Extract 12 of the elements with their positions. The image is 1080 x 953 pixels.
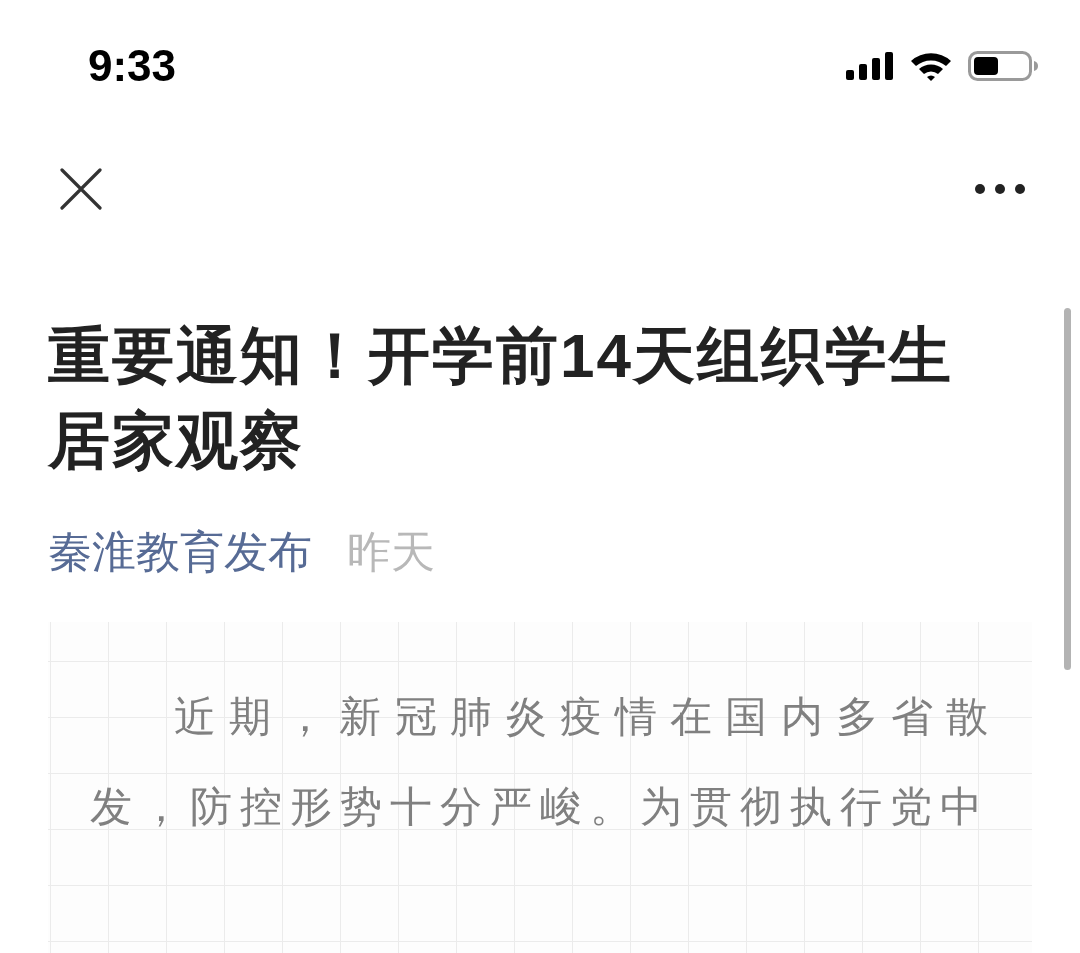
- more-icon: [975, 184, 1025, 194]
- article-paragraph: 近期，新冠肺炎疫情在国内多省散发，防控形势十分严峻。为贯彻执行党中: [90, 692, 996, 832]
- status-time: 9:33: [88, 44, 177, 88]
- publish-date: 昨天: [347, 526, 435, 578]
- battery-icon: [968, 51, 1038, 81]
- close-icon: [60, 168, 102, 210]
- close-button[interactable]: [60, 168, 102, 210]
- signal-icon: [846, 52, 894, 80]
- article-title: 重要通知！开学前14天组织学生居家观察: [48, 320, 954, 477]
- author-link[interactable]: 秦淮教育发布: [48, 522, 312, 582]
- more-button[interactable]: [975, 184, 1025, 194]
- wifi-icon: [909, 51, 953, 81]
